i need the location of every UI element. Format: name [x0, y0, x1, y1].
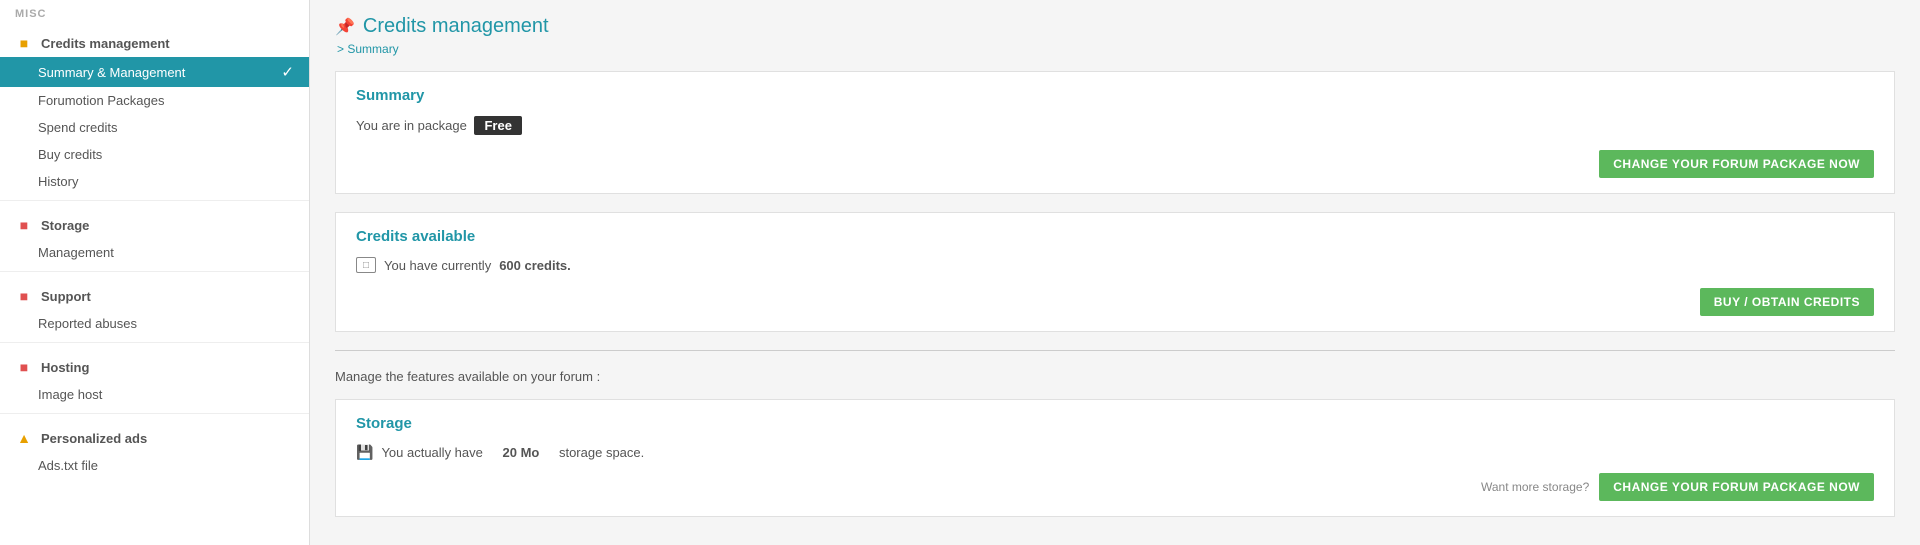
main-content: 📌 Credits management Summary Summary You… — [310, 0, 1920, 545]
sidebar-item-reported-abuses[interactable]: Reported abuses — [0, 310, 309, 337]
storage-body: 💾 You actually have 20 Mo storage space. — [356, 444, 1874, 461]
storage-category-icon: ■ — [15, 216, 33, 234]
breadcrumb: Summary — [335, 42, 1895, 56]
sidebar-item-management[interactable]: Management — [0, 239, 309, 266]
sidebar-item-buy-credits[interactable]: Buy credits — [0, 141, 309, 168]
support-category-icon: ■ — [15, 287, 33, 305]
active-check-icon: ✓ — [281, 63, 294, 81]
credits-header: Credits available — [356, 228, 1874, 245]
summary-card: Summary You are in package Free CHANGE Y… — [335, 71, 1895, 194]
storage-header: Storage — [356, 415, 1874, 432]
sidebar-item-image-host[interactable]: Image host — [0, 381, 309, 408]
want-more-label: Want more storage? — [1481, 480, 1589, 494]
sidebar-item-summary-management[interactable]: Summary & Management ✓ — [0, 57, 309, 87]
ads-category-label: Personalized ads — [41, 431, 147, 446]
divider-2 — [0, 271, 309, 272]
hosting-category: ■ Hosting — [0, 348, 309, 381]
page-title-text: Credits management — [363, 15, 549, 38]
change-package-button-1[interactable]: CHANGE YOUR FORUM PACKAGE NOW — [1599, 150, 1874, 178]
summary-header: Summary — [356, 87, 1874, 104]
support-category-label: Support — [41, 289, 91, 304]
personalized-ads-category: ▲ Personalized ads — [0, 419, 309, 452]
credits-body: □ You have currently 600 credits. — [356, 257, 1874, 273]
credits-text-before: You have currently — [384, 258, 491, 273]
misc-section-header: MISC — [0, 0, 309, 24]
summary-body: You are in package Free — [356, 116, 1874, 135]
want-more-section: Want more storage? CHANGE YOUR FORUM PAC… — [356, 473, 1874, 501]
credits-management-category: ■ Credits management — [0, 24, 309, 57]
sidebar-item-history[interactable]: History — [0, 168, 309, 195]
divider-3 — [0, 342, 309, 343]
sidebar-item-ads-txt[interactable]: Ads.txt file — [0, 452, 309, 479]
storage-text-after: storage space. — [559, 445, 644, 460]
credits-footer: BUY / OBTAIN CREDITS — [356, 288, 1874, 316]
buy-credits-button[interactable]: BUY / OBTAIN CREDITS — [1700, 288, 1874, 316]
storage-category-label: Storage — [41, 218, 89, 233]
credits-management-icon: ■ — [15, 34, 33, 52]
page-title: 📌 Credits management — [335, 15, 1895, 38]
package-text-before: You are in package — [356, 118, 467, 133]
credits-info: □ You have currently 600 credits. — [356, 257, 1874, 273]
manage-label: Manage the features available on your fo… — [335, 369, 1895, 384]
change-package-button-2[interactable]: CHANGE YOUR FORUM PACKAGE NOW — [1599, 473, 1874, 501]
storage-category: ■ Storage — [0, 206, 309, 239]
credits-card: Credits available □ You have currently 6… — [335, 212, 1895, 332]
divider-4 — [0, 413, 309, 414]
storage-disk-icon: 💾 — [356, 444, 373, 461]
package-badge: Free — [474, 116, 521, 135]
storage-amount: 20 Mo — [503, 445, 540, 460]
hosting-category-icon: ■ — [15, 358, 33, 376]
storage-info: 💾 You actually have 20 Mo storage space. — [356, 444, 1874, 461]
storage-text-before: You actually have — [381, 445, 482, 460]
location-icon: 📌 — [335, 17, 355, 37]
summary-footer: CHANGE YOUR FORUM PACKAGE NOW — [356, 150, 1874, 178]
credits-coin-icon: □ — [356, 257, 376, 273]
main-divider — [335, 350, 1895, 351]
credits-amount: 600 credits. — [499, 258, 571, 273]
support-category: ■ Support — [0, 277, 309, 310]
credits-management-label: Credits management — [41, 36, 170, 51]
sidebar: MISC ■ Credits management Summary & Mana… — [0, 0, 310, 545]
breadcrumb-summary[interactable]: Summary — [337, 42, 399, 56]
sidebar-item-forumotion-packages[interactable]: Forumotion Packages — [0, 87, 309, 114]
divider-1 — [0, 200, 309, 201]
ads-category-icon: ▲ — [15, 429, 33, 447]
hosting-category-label: Hosting — [41, 360, 89, 375]
storage-card: Storage 💾 You actually have 20 Mo storag… — [335, 399, 1895, 517]
sidebar-item-spend-credits[interactable]: Spend credits — [0, 114, 309, 141]
